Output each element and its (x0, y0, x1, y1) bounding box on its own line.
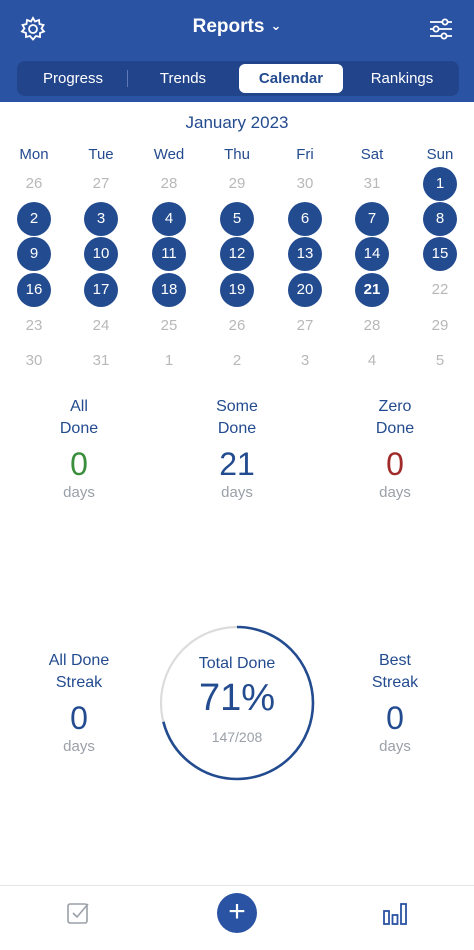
weekday-sun: Sun (426, 146, 454, 163)
calendar-day[interactable]: 25 (152, 309, 186, 343)
page-title-text: Reports (192, 16, 265, 37)
calendar-day[interactable]: 7 (355, 202, 389, 236)
stat-all-done: All Done 0 days (4, 396, 154, 501)
calendar-day[interactable]: 5 (220, 202, 254, 236)
stat-label: Done (375, 420, 415, 437)
stat-label: Done (217, 420, 257, 437)
calendar-day[interactable]: 13 (288, 237, 322, 271)
calendar-day[interactable]: 4 (355, 344, 389, 378)
segmented-tabs: Progress Trends Calendar Rankings (17, 61, 459, 96)
stat-unit: days (379, 484, 411, 501)
calendar-day[interactable]: 2 (220, 344, 254, 378)
stat-label: Best (378, 652, 411, 669)
tab-trends[interactable]: Trends (131, 64, 235, 93)
calendar-day[interactable]: 26 (17, 167, 51, 201)
calendar-day[interactable]: 15 (423, 237, 457, 271)
calendar-day[interactable]: 21 (355, 273, 389, 307)
weekday-tue: Tue (88, 146, 114, 163)
calendar-day[interactable]: 19 (220, 273, 254, 307)
calendar-day[interactable]: 31 (84, 344, 118, 378)
calendar-day[interactable]: 17 (84, 273, 118, 307)
calendar-day[interactable]: 14 (355, 237, 389, 271)
calendar-day[interactable]: 16 (17, 273, 51, 307)
calendar-day[interactable]: 22 (423, 273, 457, 307)
stat-some-done: Some Done 21 days (162, 396, 312, 501)
calendar-day[interactable]: 27 (288, 309, 322, 343)
total-done-percent: 71% (198, 677, 276, 719)
calendar-day[interactable]: 2 (17, 202, 51, 236)
calendar-day[interactable]: 6 (288, 202, 322, 236)
stat-best-streak: Best Streak 0 days (320, 650, 470, 755)
calendar-day[interactable]: 29 (220, 167, 254, 201)
stat-all-done-streak: All Done Streak 0 days (4, 650, 154, 755)
total-done-summary: Total Done 71% 147/208 (159, 625, 315, 781)
calendar-day[interactable]: 3 (84, 202, 118, 236)
calendar-day[interactable]: 20 (288, 273, 322, 307)
total-done-label: Total Done (198, 655, 276, 672)
stat-value: 0 (70, 700, 88, 736)
header: Reports ⌄ Progress Trends Calendar Rankin… (0, 0, 474, 102)
weekday-thu: Thu (224, 146, 250, 163)
stat-label: Streak (371, 674, 419, 691)
page-title[interactable]: Reports ⌄ (0, 16, 474, 38)
calendar-day[interactable]: 4 (152, 202, 186, 236)
calendar-day[interactable]: 5 (423, 344, 457, 378)
calendar-day[interactable]: 30 (288, 167, 322, 201)
calendar-day[interactable]: 28 (152, 167, 186, 201)
checkbox-icon[interactable] (66, 900, 92, 926)
calendar-day[interactable]: 27 (84, 167, 118, 201)
plus-icon: + (228, 895, 246, 928)
calendar-day[interactable]: 30 (17, 344, 51, 378)
add-button[interactable]: + (217, 893, 257, 933)
calendar-day[interactable]: 28 (355, 309, 389, 343)
tab-progress[interactable]: Progress (21, 64, 125, 93)
weekday-fri: Fri (296, 146, 314, 163)
calendar-day[interactable]: 1 (423, 167, 457, 201)
calendar-day[interactable]: 11 (152, 237, 186, 271)
tab-calendar[interactable]: Calendar (239, 64, 343, 93)
stat-label: All Done (48, 652, 110, 669)
bar-chart-icon[interactable] (381, 899, 409, 927)
stat-unit: days (221, 484, 253, 501)
calendar-day[interactable]: 3 (288, 344, 322, 378)
stat-value: 0 (386, 700, 404, 736)
tab-rankings[interactable]: Rankings (349, 64, 455, 93)
calendar-day[interactable]: 24 (84, 309, 118, 343)
calendar-day[interactable]: 9 (17, 237, 51, 271)
calendar-day[interactable]: 18 (152, 273, 186, 307)
stat-zero-done: Zero Done 0 days (320, 396, 470, 501)
weekday-wed: Wed (153, 146, 185, 163)
calendar-day[interactable]: 29 (423, 309, 457, 343)
calendar-day[interactable]: 1 (152, 344, 186, 378)
stat-unit: days (63, 484, 95, 501)
stat-label: All (70, 398, 88, 415)
month-label[interactable]: January 2023 (0, 113, 474, 133)
stat-value: 0 (386, 446, 404, 482)
total-done-fraction: 147/208 (211, 729, 263, 745)
weekday-sat: Sat (360, 146, 384, 163)
stat-label: Streak (55, 674, 103, 691)
chevron-down-icon: ⌄ (270, 18, 282, 33)
stat-unit: days (63, 738, 95, 755)
stat-unit: days (379, 738, 411, 755)
weekday-mon: Mon (19, 146, 49, 163)
calendar-day[interactable]: 10 (84, 237, 118, 271)
calendar-day[interactable]: 31 (355, 167, 389, 201)
stat-label: Zero (378, 398, 412, 415)
sliders-icon[interactable] (426, 14, 456, 44)
stat-value: 0 (70, 446, 88, 482)
calendar-day[interactable]: 8 (423, 202, 457, 236)
stat-label: Done (59, 420, 99, 437)
calendar-day[interactable]: 12 (220, 237, 254, 271)
calendar-day[interactable]: 23 (17, 309, 51, 343)
calendar-day[interactable]: 26 (220, 309, 254, 343)
stat-value: 21 (219, 446, 255, 482)
tab-divider (127, 70, 128, 87)
stat-label: Some (216, 398, 258, 415)
